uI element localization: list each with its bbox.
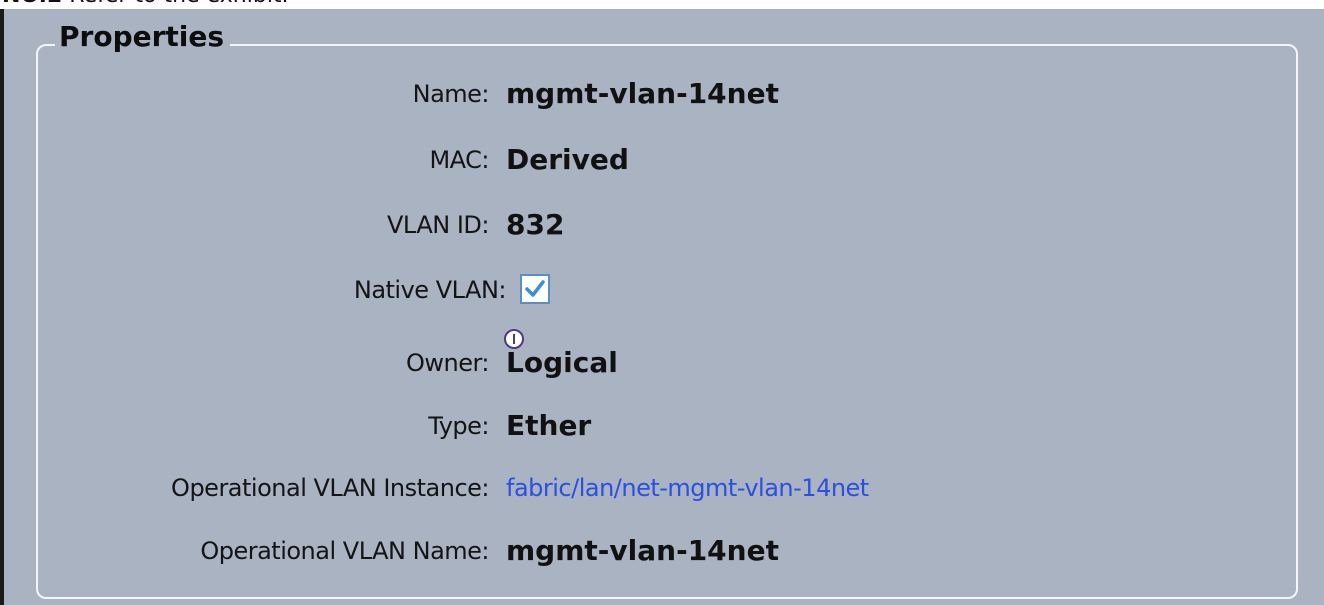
native-vlan-row: Native VLAN:	[4, 270, 1324, 310]
type-label: Type:	[428, 412, 489, 440]
properties-panel: Properties Name: mgmt-vlan-14net MAC: De…	[0, 9, 1324, 605]
vlan-id-label: VLAN ID:	[387, 211, 489, 239]
question-number: NO.2	[2, 0, 62, 8]
operational-vlan-name-row: Operational VLAN Name: mgmt-vlan-14net	[4, 531, 1324, 571]
native-vlan-label: Native VLAN:	[353, 276, 507, 304]
operational-vlan-name-value: mgmt-vlan-14net	[506, 534, 779, 567]
name-label: Name:	[412, 80, 490, 108]
name-value: mgmt-vlan-14net	[506, 77, 779, 110]
type-value: Ether	[506, 409, 592, 442]
vlan-id-value: 832	[506, 208, 565, 241]
question-instruction: Refer to the exhibit.	[69, 0, 288, 8]
checkmark-icon	[525, 280, 545, 297]
mac-row: MAC: Derived	[4, 140, 1324, 180]
mac-label: MAC:	[429, 146, 489, 174]
name-row: Name: mgmt-vlan-14net	[4, 74, 1324, 114]
operational-vlan-instance-label: Operational VLAN Instance:	[171, 474, 489, 502]
owner-value: Logical	[506, 346, 618, 379]
operational-vlan-instance-link[interactable]: fabric/lan/net-mgmt-vlan-14net	[506, 468, 869, 508]
vlan-id-row: VLAN ID: 832	[4, 205, 1324, 245]
exhibit-caption: NO.2 Refer to the exhibit.	[0, 0, 1324, 9]
properties-group-box	[36, 44, 1298, 599]
owner-row: Owner: Logical	[4, 343, 1324, 383]
operational-vlan-name-label: Operational VLAN Name:	[200, 537, 489, 565]
properties-title: Properties	[55, 20, 231, 54]
native-vlan-checkbox[interactable]	[520, 274, 550, 304]
type-row: Type: Ether	[4, 406, 1324, 446]
owner-label: Owner:	[405, 349, 490, 377]
mac-value: Derived	[506, 143, 629, 176]
question-text: NO.2 Refer to the exhibit.	[2, 0, 289, 7]
operational-vlan-instance-row: Operational VLAN Instance: fabric/lan/ne…	[4, 468, 1324, 508]
